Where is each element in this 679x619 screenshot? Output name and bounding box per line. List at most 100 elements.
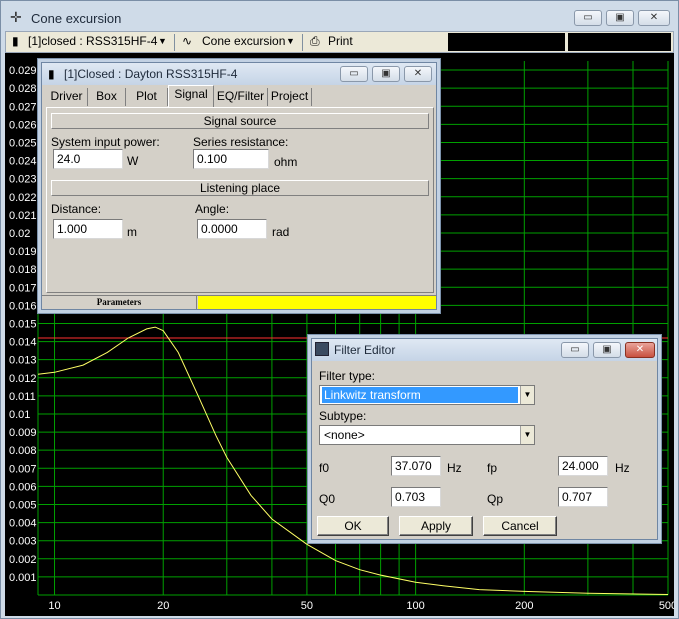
tab-driver[interactable]: Driver [46,88,88,106]
y-tick-label: 0.019 [9,246,37,258]
tab-eq-filter[interactable]: EQ/Filter [214,88,268,106]
x-tick-label: 50 [301,600,313,612]
y-tick-label: 0.028 [9,83,37,95]
driver-select-dropdown-icon[interactable]: ▼ [158,36,167,46]
chevron-down-icon[interactable]: ▼ [520,426,534,444]
x-tick-label: 200 [515,600,533,612]
tab-project[interactable]: Project [268,88,312,106]
y-tick-label: 0.021 [9,210,37,222]
signal-source-header: Signal source [51,113,429,129]
tab-plot[interactable]: Plot [126,88,168,106]
x-tick-label: 100 [406,600,424,612]
driver-select[interactable]: [1]closed : RSS315HF-4 [28,34,157,48]
status-indicator [198,296,436,309]
distance-field[interactable]: 1.000 [53,219,123,239]
f0-unit: Hz [447,461,462,475]
f0-label: f0 [319,461,330,475]
fp-label: fp [487,461,498,475]
filter-close-button[interactable]: ✕ [625,342,655,358]
system-input-power-field[interactable]: 24.0 [53,149,123,169]
y-tick-label: 0.022 [9,192,37,204]
system-input-power-label: System input power: [51,135,160,149]
subtype-label: Subtype: [319,409,367,423]
y-tick-label: 0.016 [9,300,37,312]
toolbar: ▮ [1]closed : RSS315HF-4 ▼ ∿ Cone excurs… [5,31,674,53]
y-tick-label: 0.012 [9,373,37,385]
printer-icon[interactable]: ⎙ [310,34,320,49]
fp-field[interactable]: 24.000 [558,456,608,476]
app-icon: ✛ [10,9,22,25]
y-tick-label: 0.015 [9,318,37,330]
filter-maximize-button[interactable]: ▣ [593,342,621,358]
angle-field[interactable]: 0.0000 [197,219,267,239]
y-tick-label: 0.013 [9,355,37,367]
driver-minimize-button[interactable]: ▭ [340,66,368,82]
plot-select-dropdown-icon[interactable]: ▼ [286,36,295,46]
y-tick-label: 0.023 [9,174,37,186]
y-tick-label: 0.014 [9,337,37,349]
filter-icon [315,342,329,356]
main-minimize-button[interactable]: ▭ [574,10,602,26]
driver-close-button[interactable]: ✕ [404,66,432,82]
status-panel-2 [568,33,671,51]
tab-panel: Signal source System input power: 24.0 W… [46,107,434,293]
series-resistance-label: Series resistance: [193,135,289,149]
filter-minimize-button[interactable]: ▭ [561,342,589,358]
y-tick-label: 0.007 [9,463,37,475]
plot-select[interactable]: Cone excursion [202,34,285,48]
listening-place-header: Listening place [51,180,429,196]
x-tick-label: 20 [157,600,169,612]
y-tick-label: 0.004 [9,518,37,530]
y-tick-label: 0.024 [9,156,37,168]
status-panel-1 [448,33,565,51]
y-tick-label: 0.001 [9,572,37,584]
y-tick-label: 0.005 [9,499,37,511]
speaker-icon: ▮ [48,67,55,81]
y-tick-label: 0.025 [9,137,37,149]
driver-window-titlebar: ▮ [1]Closed : Dayton RSS315HF-4 ▭ ▣ ✕ [42,63,436,85]
chevron-down-icon[interactable]: ▼ [520,386,534,404]
driver-tabs: Driver Box Plot Signal EQ/Filter Project [46,85,434,107]
qp-label: Qp [487,492,504,506]
qp-field[interactable]: 0.707 [558,487,608,507]
toolbar-separator [302,34,303,51]
y-tick-label: 0.006 [9,481,37,493]
driver-window: ▮ [1]Closed : Dayton RSS315HF-4 ▭ ▣ ✕ Dr… [41,62,437,310]
q0-label: Q0 [319,492,336,506]
apply-button[interactable]: Apply [399,516,473,536]
fp-unit: Hz [615,461,630,475]
main-close-button[interactable]: ✕ [638,10,670,26]
y-tick-label: 0.009 [9,427,37,439]
status-label: Parameters [42,296,197,309]
y-tick-label: 0.003 [9,536,37,548]
filter-type-value: Linkwitz transform [322,387,518,403]
tab-signal[interactable]: Signal [168,85,214,107]
ok-button[interactable]: OK [317,516,389,536]
speaker-icon: ▮ [12,34,19,48]
series-resistance-field[interactable]: 0.100 [193,149,269,169]
toolbar-separator [174,34,175,51]
filter-type-select[interactable]: Linkwitz transform ▼ [319,385,535,405]
y-tick-label: 0.008 [9,445,37,457]
y-tick-label: 0.027 [9,101,37,113]
q0-field[interactable]: 0.703 [391,487,441,507]
resistance-unit: ohm [274,155,298,169]
filter-editor-title: Filter Editor [334,343,396,357]
f0-field[interactable]: 37.070 [391,456,441,476]
y-tick-label: 0.018 [9,264,37,276]
y-tick-label: 0.002 [9,554,37,566]
distance-label: Distance: [51,202,102,216]
y-tick-label: 0.02 [9,228,30,240]
main-window-title: Cone excursion [31,11,122,26]
print-button[interactable]: Print [328,34,353,48]
x-tick-label: 500 [659,600,674,612]
power-unit: W [127,154,139,168]
cancel-button[interactable]: Cancel [483,516,557,536]
wave-icon: ∿ [182,34,193,48]
subtype-select[interactable]: <none> ▼ [319,425,535,445]
subtype-value: <none> [324,428,365,442]
main-maximize-button[interactable]: ▣ [606,10,634,26]
tab-box[interactable]: Box [88,88,126,106]
filter-type-label: Filter type: [319,369,376,383]
driver-maximize-button[interactable]: ▣ [372,66,400,82]
